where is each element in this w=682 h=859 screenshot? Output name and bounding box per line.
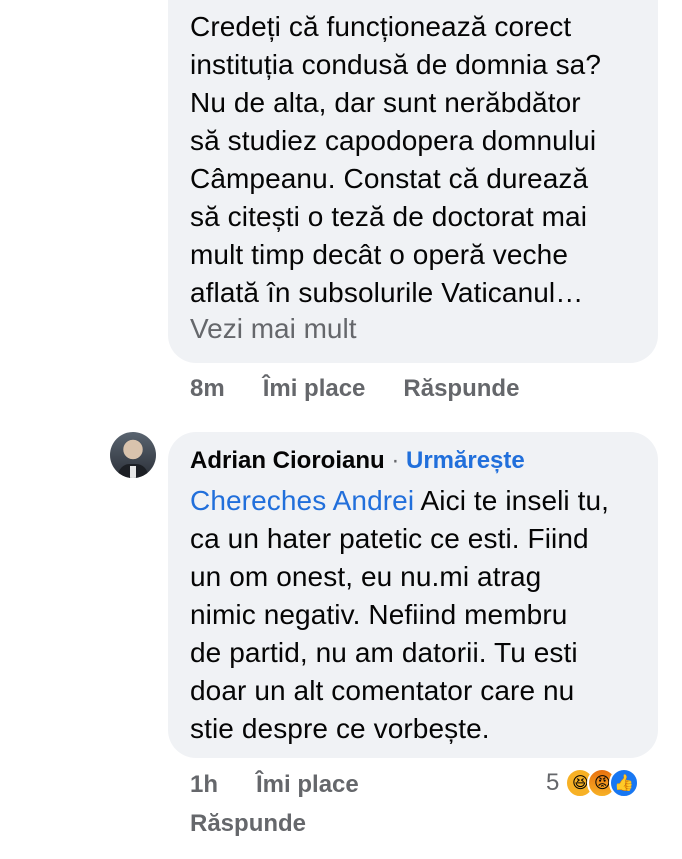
reply-time[interactable]: 1h bbox=[190, 771, 218, 799]
see-more-link[interactable]: Vezi mai mult bbox=[190, 310, 636, 348]
like-button[interactable]: Îmi place bbox=[256, 771, 359, 799]
reaction-summary[interactable]: 5 😆 😡 👍 bbox=[546, 768, 640, 798]
comment-text: Credeți că funcționează corect instituți… bbox=[190, 11, 602, 308]
reply-text: Chereches Andrei Aici te inseli tu, ca u… bbox=[190, 482, 636, 748]
comment-time[interactable]: 8m bbox=[190, 375, 225, 403]
reply-button[interactable]: Răspunde bbox=[190, 810, 306, 838]
reply-actions: 1h Îmi place bbox=[190, 771, 397, 799]
reply-button[interactable]: Răspunde bbox=[403, 375, 519, 403]
reaction-count: 5 bbox=[546, 769, 560, 796]
reply-bubble: Adrian Cioroianu · Urmărește Chereches A… bbox=[168, 432, 658, 758]
comment-actions: 8m Îmi place Răspunde bbox=[190, 375, 557, 403]
separator: · bbox=[384, 447, 406, 474]
comment-bubble: Credeți că funcționează corect instituți… bbox=[168, 0, 658, 363]
follow-button[interactable]: Urmărește bbox=[406, 447, 525, 474]
like-icon: 👍 bbox=[609, 768, 640, 798]
author-line: Adrian Cioroianu · Urmărește bbox=[190, 444, 636, 478]
mention-link[interactable]: Chereches Andrei bbox=[190, 485, 414, 516]
avatar-collar bbox=[130, 466, 136, 478]
like-button[interactable]: Îmi place bbox=[263, 375, 366, 403]
author-name[interactable]: Adrian Cioroianu bbox=[190, 447, 385, 474]
avatar[interactable] bbox=[110, 432, 156, 478]
reply-body: Aici te inseli tu, ca un hater patetic c… bbox=[190, 485, 610, 744]
